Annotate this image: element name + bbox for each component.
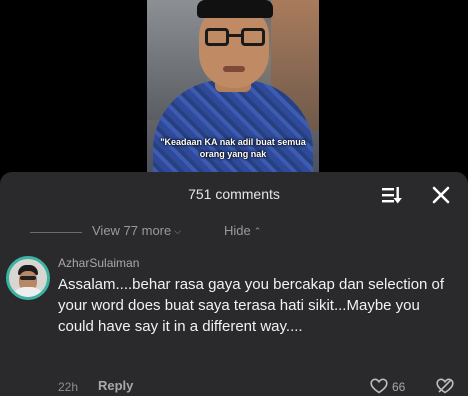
speaker-face [199,6,269,88]
comment-item: AzharSulaiman Assalam....behar rasa gaya… [0,252,468,396]
comments-header: 751 comments [0,172,468,216]
thread-line [30,232,82,233]
video-caption: "Keadaan KA nak adil buat semua orang ya… [160,137,306,159]
comment-username[interactable]: AzharSulaiman [58,256,139,270]
video-frame: "Keadaan KA nak adil buat semua orang ya… [147,0,319,172]
hide-label: Hide [224,223,251,238]
reply-button[interactable]: Reply [98,378,133,393]
comment-text: Assalam....behar rasa gaya you bercakap … [58,276,445,335]
speaker-cap [197,0,273,18]
close-icon[interactable] [430,184,452,206]
speaker-mouth [223,66,245,72]
sort-icon[interactable] [380,184,402,206]
hide-replies-button[interactable]: Hide ⌃ [224,223,261,238]
speaker-glasses [205,28,265,46]
view-more-label: View 77 more [92,223,172,238]
chevron-up-icon: ⌃ [253,226,262,236]
comments-panel: 751 comments View 77 more⌵ Hide⌃ Azhar [0,172,468,396]
view-more-replies-button[interactable]: View 77 more ⌵ [92,223,181,238]
like-count: 66 [392,380,406,394]
avatar[interactable] [6,256,50,300]
dislike-icon[interactable] [436,378,454,394]
comment-timestamp: 22h [58,380,79,394]
chevron-down-icon: ⌵ [174,226,182,236]
video-player[interactable]: "Keadaan KA nak adil buat semua orang ya… [0,0,468,172]
thread-controls: View 77 more ⌵ Hide ⌃ [0,222,468,242]
heart-icon[interactable] [370,378,388,394]
